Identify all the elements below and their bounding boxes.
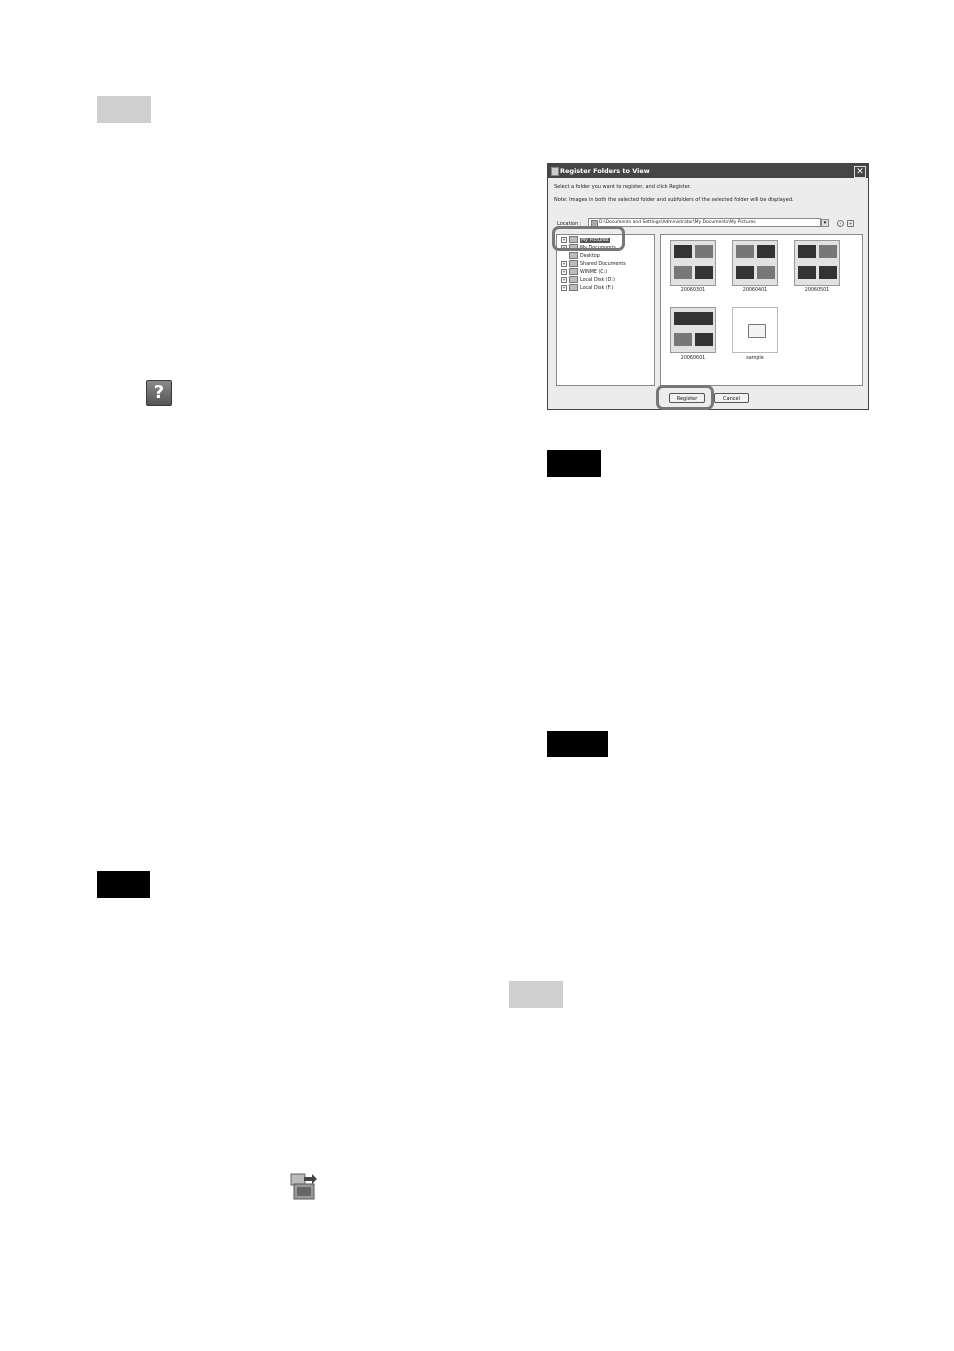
import-folder-icon xyxy=(290,1171,318,1201)
folder-tree[interactable]: + My Pictures + My Documents Desktop + Shar… xyxy=(556,234,655,386)
chevron-down-icon[interactable]: ▾ xyxy=(821,219,829,227)
new-folder-icon[interactable]: + xyxy=(847,220,854,227)
folder-thumbnail[interactable] xyxy=(670,240,716,286)
folder-label: 20060301 xyxy=(680,288,706,293)
highlight-my-pictures xyxy=(552,226,625,251)
instruction-text: Select a folder you want to register, an… xyxy=(554,184,691,190)
location-field[interactable]: D:\Documents and Settings\Administrator\… xyxy=(588,218,821,227)
tree-item-shared-documents[interactable]: + Shared Documents xyxy=(561,260,626,268)
section-tab-black-right-2 xyxy=(547,731,608,757)
folder-thumbnail[interactable] xyxy=(670,307,716,353)
section-tab-black-left xyxy=(97,871,150,898)
tree-item-winme[interactable]: + WINME (C:) xyxy=(561,268,607,276)
highlight-register-button xyxy=(656,385,714,410)
folder-label: 20060401 xyxy=(742,288,768,293)
register-folders-dialog: Register Folders to View ✕ Select a fold… xyxy=(547,163,869,410)
help-icon: ? xyxy=(146,380,172,406)
back-icon[interactable]: ‹ xyxy=(837,220,844,227)
window-icon xyxy=(551,167,559,176)
note-text: Note: Images in both the selected folder… xyxy=(554,197,794,203)
tree-item-desktop[interactable]: Desktop xyxy=(561,252,600,260)
location-value: D:\Documents and Settings\Administrator\… xyxy=(599,220,756,225)
section-tab-black-right-1 xyxy=(547,450,601,477)
folder-thumbnail[interactable] xyxy=(732,240,778,286)
folder-label: sample xyxy=(746,356,764,361)
cancel-button[interactable]: Cancel xyxy=(714,393,749,403)
tree-item-local-disk-f[interactable]: + Local Disk (F:) xyxy=(561,284,614,292)
folder-label: 20060601 xyxy=(680,356,706,361)
folder-thumbnail[interactable] xyxy=(794,240,840,286)
folder-thumbnail[interactable] xyxy=(732,307,778,353)
folder-icon xyxy=(748,324,766,338)
section-tab-gray-bottom xyxy=(509,981,563,1008)
folder-grid: 20060301 20060401 20060501 20060601 samp… xyxy=(660,234,863,386)
tree-item-local-disk-d[interactable]: + Local Disk (D:) xyxy=(561,276,615,284)
folder-label: 20060501 xyxy=(804,288,830,293)
dialog-titlebar: Register Folders to View ✕ xyxy=(548,164,868,178)
dialog-title: Register Folders to View xyxy=(560,167,650,175)
section-tab-gray-top xyxy=(97,96,151,123)
close-icon[interactable]: ✕ xyxy=(854,166,866,178)
